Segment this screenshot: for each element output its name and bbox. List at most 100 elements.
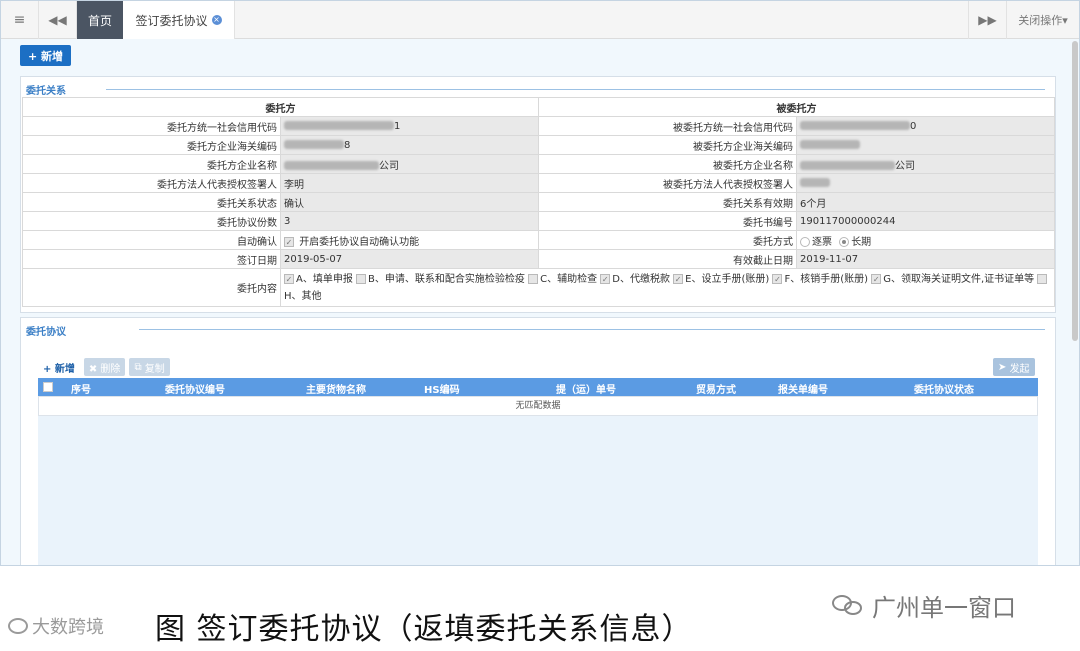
checkbox-label: E、设立手册(账册) xyxy=(685,273,770,285)
field-label: 委托关系有效期 xyxy=(538,192,797,212)
redacted xyxy=(800,121,910,130)
col-header[interactable]: 贸易方式 xyxy=(696,381,736,396)
redacted xyxy=(284,140,344,149)
field-label: 自动确认 xyxy=(22,230,281,250)
field-value: 0 xyxy=(796,116,1055,136)
add-button[interactable]: + 新增 xyxy=(20,45,71,66)
expire-date-field: 2019-11-07 xyxy=(796,249,1055,269)
field-label: 被委托方法人代表授权签署人 xyxy=(538,173,797,193)
checkbox-label: D、代缴税款 xyxy=(612,273,670,285)
logo-text: 广州单一窗口 xyxy=(872,594,1016,622)
copy-icon: ⧉ xyxy=(134,361,145,373)
delete-button[interactable]: ✖ 删除 xyxy=(83,358,126,376)
table-row: 委托方企业海关编码 8 被委托方企业海关编码 xyxy=(22,135,1055,155)
tab-home[interactable]: 首页 xyxy=(77,1,123,39)
field-label: 委托方法人代表授权签署人 xyxy=(22,173,281,193)
col-header[interactable]: 主要货物名称 xyxy=(306,381,366,396)
field-value xyxy=(796,173,1055,193)
checkbox-label: F、核销手册(账册) xyxy=(784,273,869,285)
content-checkbox[interactable]: ✓ xyxy=(284,273,294,284)
tab-sign-agreement[interactable]: 签订委托协议 × xyxy=(123,1,235,39)
agreement-toolbar: + 新增 ✖ 删除 ⧉ 复制 xyxy=(38,358,170,376)
col-header[interactable]: 提（运）单号 xyxy=(556,381,616,396)
logo-text: 大数跨境 xyxy=(32,617,104,638)
wechat-icon xyxy=(832,593,866,619)
add-agreement-button[interactable]: + 新增 xyxy=(38,358,80,376)
menu-icon[interactable]: ≡ xyxy=(1,1,39,39)
field-label: 委托方式 xyxy=(538,230,797,250)
header-principal: 委托方 xyxy=(22,97,539,117)
panel-title: 委托关系 xyxy=(26,86,66,97)
field-value: 6个月 xyxy=(796,192,1055,212)
field-value: 8 xyxy=(280,135,539,155)
field-value xyxy=(796,135,1055,155)
field-label: 委托内容 xyxy=(22,268,281,307)
field-label: 委托书编号 xyxy=(538,211,797,231)
app-screen: ≡ ◀◀ 首页 签订委托协议 × ▶▶ 关闭操作 ▾ + 新增 委托关系 委托方 … xyxy=(0,0,1080,566)
field-label: 委托协议份数 xyxy=(22,211,281,231)
checkbox-label: A、填单申报 xyxy=(296,273,353,285)
close-ops-label: 关闭操作 xyxy=(1018,14,1063,27)
content-checkbox[interactable] xyxy=(1037,273,1048,284)
checkbox-label: G、领取海关证明文件,证书证单等 xyxy=(883,273,1035,285)
send-icon: ➤ xyxy=(998,361,1010,373)
col-header[interactable]: 委托协议状态 xyxy=(914,381,974,396)
field-label: 有效截止日期 xyxy=(538,249,797,269)
mode-field: 逐票 长期 xyxy=(796,230,1055,250)
content-checkbox[interactable]: ✓ xyxy=(673,273,684,284)
table-row: 自动确认 ✓ 开启委托协议自动确认功能 委托方式 逐票 长期 xyxy=(22,230,1055,250)
button-label: 发起 xyxy=(1009,363,1030,375)
field-value: 1 xyxy=(280,116,539,136)
send-button[interactable]: ➤ 发起 xyxy=(993,358,1035,376)
col-header[interactable]: 报关单编号 xyxy=(778,381,828,396)
field-label: 委托方统一社会信用代码 xyxy=(22,116,281,136)
scroll-left-icon[interactable]: ◀◀ xyxy=(39,1,77,39)
scrollbar[interactable] xyxy=(1072,41,1078,341)
panel-title: 委托协议 xyxy=(26,327,66,338)
relation-panel: 委托关系 委托方 被委托方 委托方统一社会信用代码 1 被委托方统一社会信用代码… xyxy=(20,76,1056,313)
select-all-checkbox[interactable] xyxy=(43,382,53,392)
field-label: 被委托方统一社会信用代码 xyxy=(538,116,797,136)
checkbox-label: C、辅助检查 xyxy=(540,273,598,285)
checkbox-label: 开启委托协议自动确认功能 xyxy=(299,236,420,248)
divider xyxy=(139,329,1045,330)
radio-label: 逐票 xyxy=(812,236,832,248)
field-value: 李明 xyxy=(280,173,539,193)
field-value: 公司 xyxy=(280,154,539,174)
watermark-logo-right: 广州单一窗口 xyxy=(832,588,1016,623)
scroll-right-icon[interactable]: ▶▶ xyxy=(968,1,1006,39)
empty-message: 无匹配数据 xyxy=(38,396,1038,416)
content-checkbox[interactable]: ✓ xyxy=(871,273,882,284)
content-checkbox[interactable] xyxy=(528,273,539,284)
grid-body xyxy=(38,416,1038,565)
table-row: 签订日期 2019-05-07 有效截止日期 2019-11-07 xyxy=(22,249,1055,269)
field-value: 190117000000244 xyxy=(796,211,1055,231)
col-header[interactable]: HS编码 xyxy=(424,381,460,396)
radio-label: 长期 xyxy=(851,236,872,248)
redacted xyxy=(284,161,379,170)
table-row: 委托协议份数 3 委托书编号 190117000000244 xyxy=(22,211,1055,231)
mode-radio-long-term[interactable] xyxy=(839,236,850,247)
checkbox-label: B、申请、联系和配合实施检验检疫 xyxy=(368,273,525,285)
auto-confirm-field: ✓ 开启委托协议自动确认功能 xyxy=(280,230,539,250)
close-operations-dropdown[interactable]: 关闭操作 ▾ xyxy=(1006,1,1079,39)
table-row: 委托方法人代表授权签署人 李明 被委托方法人代表授权签署人 xyxy=(22,173,1055,193)
content-checkbox[interactable]: ✓ xyxy=(600,273,611,284)
col-header[interactable]: 序号 xyxy=(71,381,91,396)
logo-icon xyxy=(8,618,28,634)
field-label: 被委托方企业名称 xyxy=(538,154,797,174)
field-value: 公司 xyxy=(796,154,1055,174)
copy-button[interactable]: ⧉ 复制 xyxy=(129,358,170,376)
field-label: 被委托方企业海关编码 xyxy=(538,135,797,155)
content-checkbox[interactable]: ✓ xyxy=(772,273,783,284)
field-value: 确认 xyxy=(280,192,539,212)
redacted xyxy=(800,161,895,170)
grid-header: 序号 委托协议编号 主要货物名称 HS编码 提（运）单号 贸易方式 报关单编号 … xyxy=(38,378,1038,396)
close-icon[interactable]: × xyxy=(211,15,222,25)
mode-radio-per-ticket[interactable] xyxy=(800,236,810,247)
content-checkboxes: ✓ A、填单申报 B、申请、联系和配合实施检验检疫 C、辅助检查 ✓ D、代缴税款 … xyxy=(280,268,1055,307)
field-label: 签订日期 xyxy=(22,249,281,269)
col-header[interactable]: 委托协议编号 xyxy=(165,381,225,396)
content-checkbox[interactable] xyxy=(356,273,367,284)
auto-confirm-checkbox[interactable]: ✓ xyxy=(284,236,294,247)
